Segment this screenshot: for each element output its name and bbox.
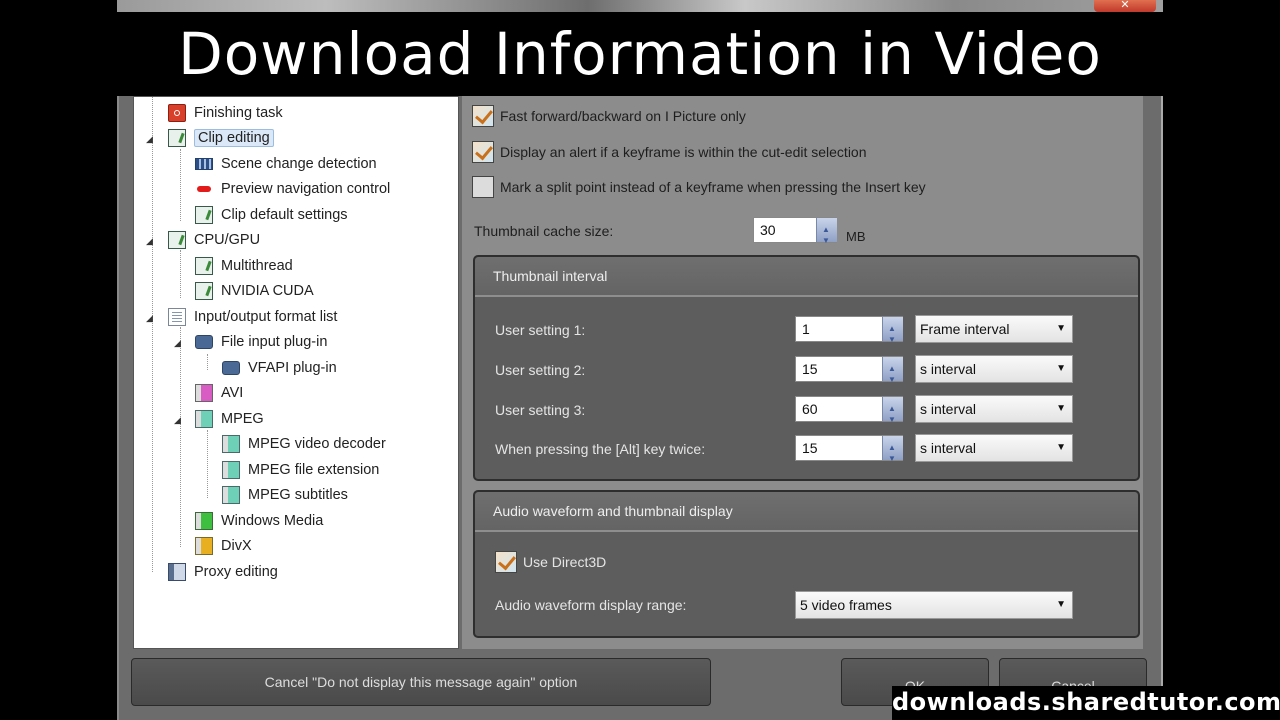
- collapse-arrow-icon[interactable]: ◢: [174, 338, 181, 349]
- split-point-insert-key-option[interactable]: Mark a split point instead of a keyframe…: [472, 176, 926, 198]
- tree-guide: [152, 97, 153, 572]
- cache-unit-label: MB: [846, 229, 866, 244]
- user-setting-2-input[interactable]: 15: [795, 356, 903, 392]
- tree-item-clip-default-settings[interactable]: Clip default settings: [195, 204, 348, 226]
- checkbox-checked[interactable]: [472, 141, 494, 163]
- mpeg-file-icon: [222, 461, 240, 479]
- tree-item-proxy-editing[interactable]: Proxy editing: [168, 561, 278, 583]
- collapse-arrow-icon[interactable]: ◢: [174, 415, 181, 426]
- group-title: Thumbnail interval: [475, 257, 1138, 297]
- checkbox-checked[interactable]: [495, 551, 517, 573]
- tree-guide: [180, 250, 181, 298]
- checkbox-unchecked[interactable]: [472, 176, 494, 198]
- watermark: downloads.sharedtutor.com: [892, 686, 1280, 720]
- tree-item-input-output-format-list[interactable]: Input/output format list: [168, 306, 337, 328]
- dropdown-arrow-icon: ▼: [1056, 599, 1066, 610]
- tree-item-avi[interactable]: AVI: [195, 382, 243, 404]
- settings-tree: Finishing task ◢ Clip editing Scene chan…: [133, 96, 459, 649]
- power-icon: [168, 104, 186, 122]
- spin-up-down-icon[interactable]: [882, 357, 903, 392]
- user-setting-2-label: User setting 2:: [495, 362, 586, 378]
- group-title: Audio waveform and thumbnail display: [475, 492, 1138, 532]
- thumbnail-interval-group: Thumbnail interval User setting 1: 1 Fra…: [473, 255, 1140, 481]
- spin-up-down-icon[interactable]: [816, 218, 837, 253]
- tree-item-finishing-task[interactable]: Finishing task: [168, 102, 283, 124]
- tree-item-preview-navigation-control[interactable]: Preview navigation control: [195, 178, 390, 200]
- mpeg-file-icon: [222, 486, 240, 504]
- mpeg-file-icon: [195, 410, 213, 428]
- tree-guide: [180, 149, 181, 221]
- user-setting-3-input[interactable]: 60: [795, 396, 903, 432]
- chip-icon: [222, 361, 240, 375]
- thumbnail-cache-size-label: Thumbnail cache size:: [474, 223, 614, 239]
- use-direct3d-option[interactable]: Use Direct3D: [495, 551, 606, 573]
- tree-item-multithread[interactable]: Multithread: [195, 255, 293, 277]
- proxy-icon: [168, 563, 186, 581]
- tree-item-mpeg-video-decoder[interactable]: MPEG video decoder: [222, 433, 386, 455]
- user-setting-1-input[interactable]: 1: [795, 316, 903, 352]
- keyframe-alert-option[interactable]: Display an alert if a keyframe is within…: [472, 141, 867, 163]
- dropdown-arrow-icon: ▼: [1056, 323, 1066, 334]
- chip-icon: [195, 335, 213, 349]
- cancel-do-not-display-option-button[interactable]: Cancel "Do not display this message agai…: [131, 658, 711, 706]
- tree-item-vfapi-plugin[interactable]: VFAPI plug-in: [222, 357, 337, 379]
- mpeg-file-icon: [222, 435, 240, 453]
- alt-key-twice-input[interactable]: 15: [795, 435, 903, 471]
- collapse-arrow-icon[interactable]: ◢: [146, 134, 153, 145]
- thumbnail-cache-size-input[interactable]: 30: [753, 217, 837, 253]
- user-setting-1-unit-select[interactable]: Frame interval ▼: [915, 315, 1073, 343]
- user-setting-2-unit-select[interactable]: s interval ▼: [915, 355, 1073, 383]
- alt-key-twice-label: When pressing the [Alt] key twice:: [495, 441, 706, 457]
- overlay-banner: Download Information in Video Descriptio…: [0, 12, 1280, 172]
- tree-item-mpeg[interactable]: MPEG: [195, 408, 264, 430]
- tree-item-nvidia-cuda[interactable]: NVIDIA CUDA: [195, 280, 314, 302]
- checkbox-checked[interactable]: [472, 105, 494, 127]
- spin-up-down-icon[interactable]: [882, 436, 903, 471]
- user-setting-1-label: User setting 1:: [495, 322, 586, 338]
- user-setting-3-unit-select[interactable]: s interval ▼: [915, 395, 1073, 423]
- wmv-file-icon: [195, 512, 213, 530]
- list-icon: [168, 308, 186, 326]
- audio-waveform-range-label: Audio waveform display range:: [495, 597, 687, 613]
- tree-item-clip-editing[interactable]: Clip editing: [168, 127, 274, 149]
- tree-item-file-input-plugin[interactable]: File input plug-in: [195, 331, 327, 353]
- alt-key-twice-unit-select[interactable]: s interval ▼: [915, 434, 1073, 462]
- spin-up-down-icon[interactable]: [882, 317, 903, 352]
- tree-item-divx[interactable]: DivX: [195, 535, 252, 557]
- tree-item-windows-media[interactable]: Windows Media: [195, 510, 323, 532]
- film-strip-icon: [195, 158, 213, 170]
- tree-item-cpu-gpu[interactable]: CPU/GPU: [168, 229, 260, 251]
- settings-pane: Fast forward/backward on I Picture only …: [462, 96, 1143, 649]
- tree-item-mpeg-file-extension[interactable]: MPEG file extension: [222, 459, 379, 481]
- preferences-dialog: Finishing task ◢ Clip editing Scene chan…: [117, 96, 1163, 720]
- tree-guide: [207, 430, 208, 498]
- dropdown-arrow-icon: ▼: [1056, 363, 1066, 374]
- tree-guide: [180, 327, 181, 547]
- audio-waveform-range-select[interactable]: 5 video frames ▼: [795, 591, 1073, 619]
- close-icon: ✕: [1120, 0, 1130, 11]
- clip-edit-icon: [195, 206, 213, 224]
- dropdown-arrow-icon: ▼: [1056, 403, 1066, 414]
- user-setting-3-label: User setting 3:: [495, 402, 586, 418]
- collapse-arrow-icon[interactable]: ◢: [146, 236, 153, 247]
- fast-forward-i-picture-option[interactable]: Fast forward/backward on I Picture only: [472, 105, 746, 127]
- avi-file-icon: [195, 384, 213, 402]
- tree-item-mpeg-subtitles[interactable]: MPEG subtitles: [222, 484, 348, 506]
- dropdown-arrow-icon: ▼: [1056, 442, 1066, 453]
- collapse-arrow-icon[interactable]: ◢: [146, 313, 153, 324]
- window-titlebar: [117, 0, 1163, 12]
- clip-edit-icon: [168, 129, 186, 147]
- tree-item-scene-change-detection[interactable]: Scene change detection: [195, 153, 377, 175]
- audio-waveform-group: Audio waveform and thumbnail display Use…: [473, 490, 1140, 638]
- tree-guide: [207, 354, 208, 370]
- clip-edit-icon: [195, 257, 213, 275]
- spin-up-down-icon[interactable]: [882, 397, 903, 432]
- divx-file-icon: [195, 537, 213, 555]
- clip-edit-icon: [195, 282, 213, 300]
- clip-edit-icon: [168, 231, 186, 249]
- red-arrow-icon: [195, 180, 213, 198]
- window-close-button[interactable]: ✕: [1094, 0, 1156, 12]
